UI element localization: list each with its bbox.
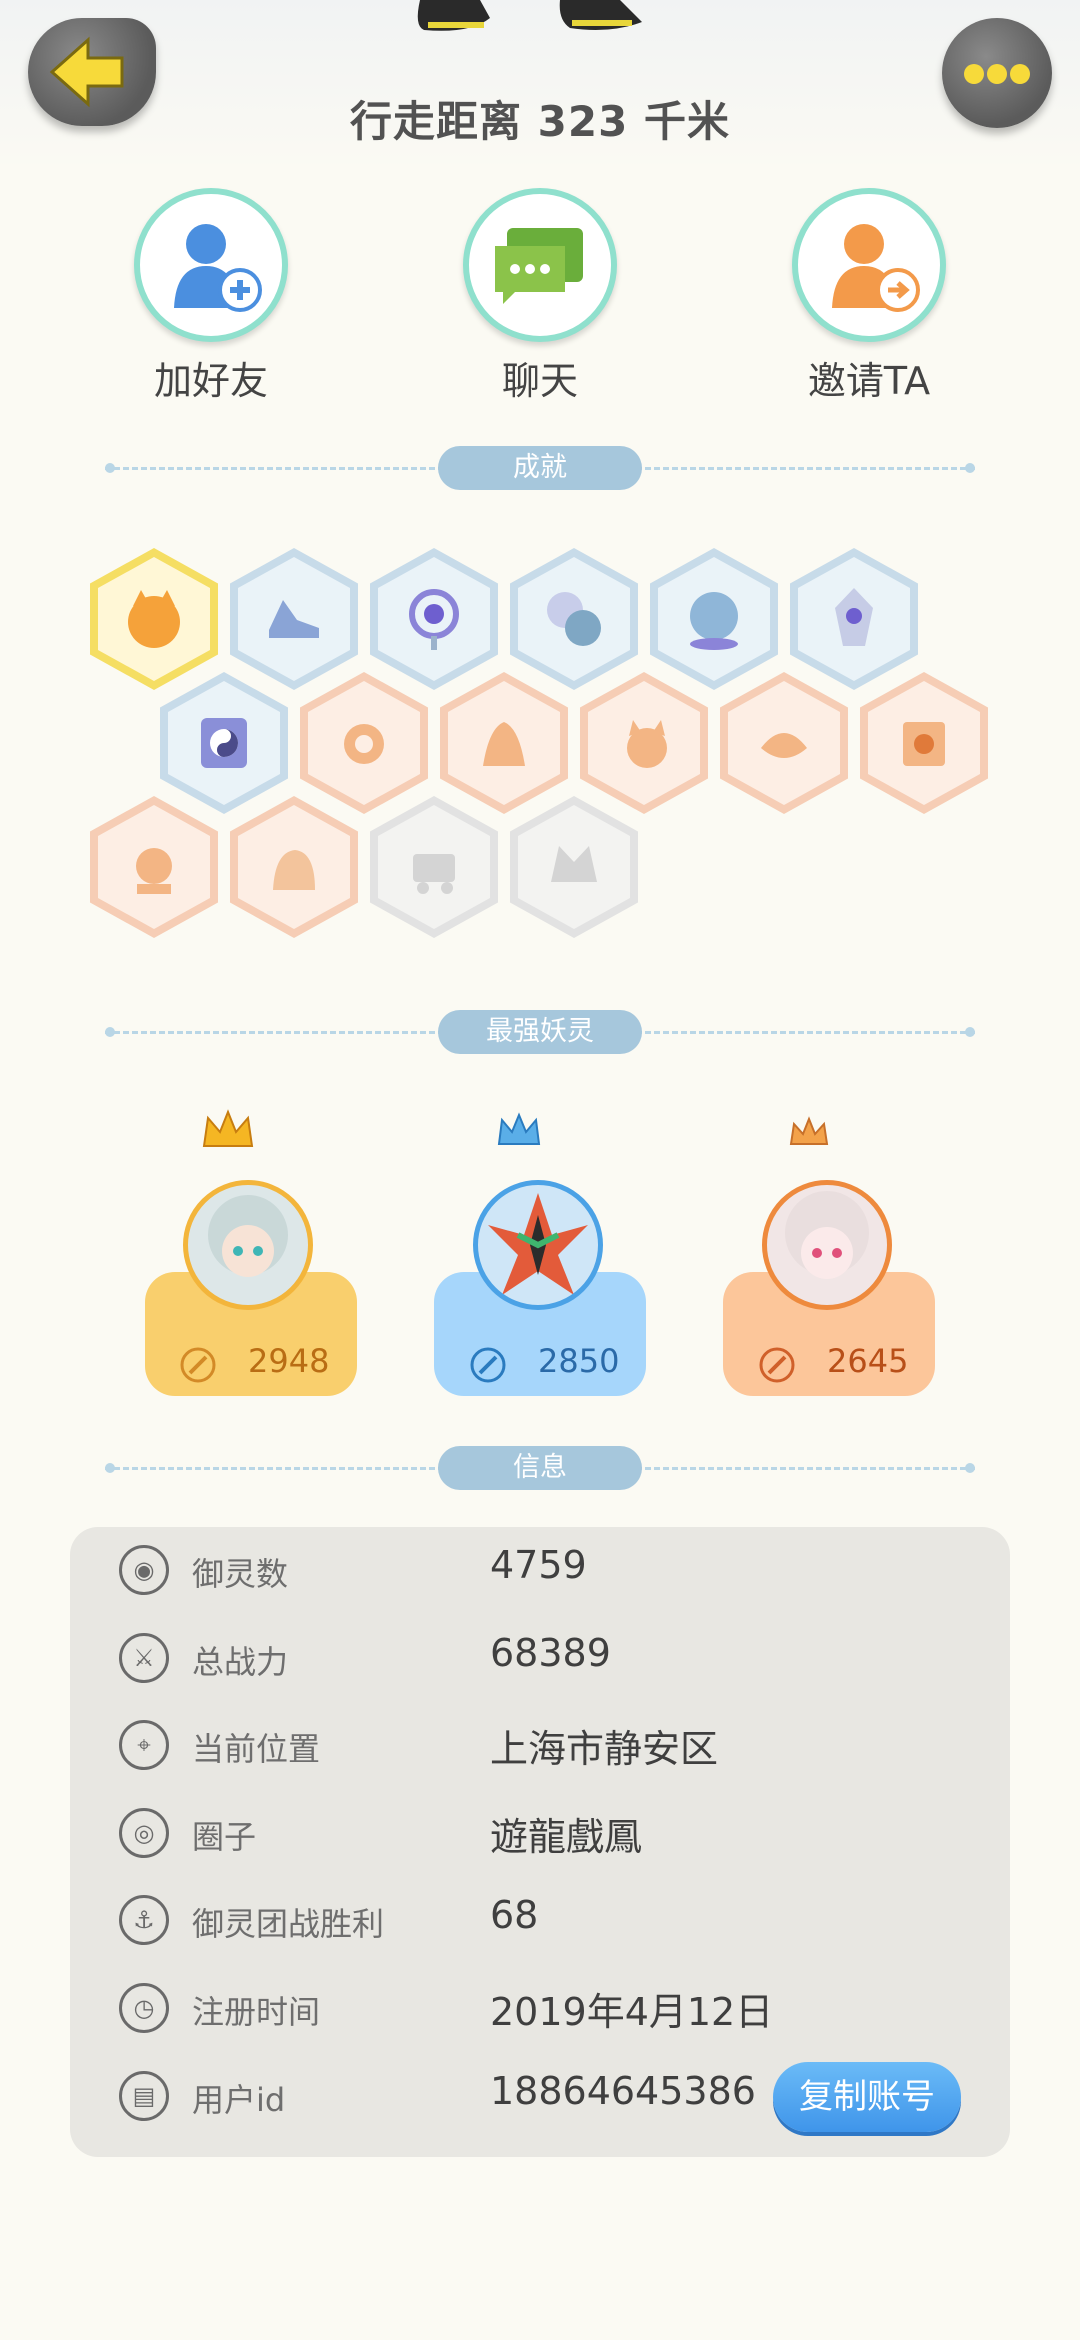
walk-distance-title: 行走距离 323 千米 (350, 97, 730, 146)
clock-icon: ◷ (119, 1983, 169, 2033)
achievement-badge[interactable] (160, 672, 288, 814)
spirit-portrait-icon (785, 1191, 869, 1279)
divider-dot (965, 1027, 975, 1037)
user-id-value: 18864645386 (490, 2069, 756, 2113)
fox-badge-icon (128, 590, 180, 648)
crown-blue-icon (497, 1112, 541, 1145)
yinyang-book-icon (201, 718, 247, 768)
row-label: 当前位置 (192, 1730, 321, 1768)
row-label: 圈子 (192, 1818, 257, 1856)
achievement-badge[interactable] (370, 548, 498, 690)
invite-icon (832, 224, 920, 312)
crown-orange-icon (789, 1116, 829, 1145)
row-value: 68 (490, 1893, 539, 1937)
divider-dot (965, 1463, 975, 1473)
info-header: 信息 (438, 1446, 642, 1490)
row-value: 上海市静安区 (490, 1727, 719, 1771)
row-label: 用户id (192, 2081, 286, 2119)
copy-account-button[interactable]: 复制账号 (773, 2062, 961, 2132)
achievement-badge[interactable] (300, 672, 428, 814)
beast-badge-icon (273, 850, 315, 890)
divider-dot (965, 463, 975, 473)
achievement-badge[interactable] (90, 548, 218, 690)
crystal-badge-icon (835, 588, 873, 646)
achievement-badge[interactable] (580, 672, 708, 814)
achievement-badge[interactable] (440, 672, 568, 814)
cart-badge-icon (413, 854, 455, 894)
row-label: 注册时间 (192, 1993, 321, 2031)
spirit-avatar[interactable] (183, 1180, 313, 1310)
add-friend-ring (134, 188, 288, 342)
wolf-badge-icon (551, 846, 597, 882)
orb-badge-icon (690, 592, 738, 650)
id-icon: ▤ (119, 2071, 169, 2121)
chat-ring (463, 188, 617, 342)
row-label: 御灵团战胜利 (192, 1905, 385, 1943)
row-label: 总战力 (192, 1643, 289, 1681)
moon-badge-icon (547, 592, 601, 646)
shoe-badge-icon (269, 600, 319, 638)
spirit-portrait-icon (488, 1193, 588, 1295)
bull-badge-icon (136, 848, 172, 894)
achievements-header: 成就 (438, 446, 642, 490)
row-label: 御灵数 (192, 1555, 289, 1593)
circle-icon: ◎ (119, 1808, 169, 1858)
spirit-avatar[interactable] (473, 1180, 603, 1310)
row-value: 遊龍戲鳳 (490, 1815, 643, 1859)
row-value: 2019年4月12日 (490, 1990, 774, 2034)
dragon-badge-icon (483, 722, 525, 766)
cat-badge-icon (627, 720, 667, 768)
divider-dot (105, 1463, 115, 1473)
achievement-badge[interactable] (90, 796, 218, 938)
row-value: 68389 (490, 1631, 611, 1675)
location-icon: ⌖ (119, 1720, 169, 1770)
portal-badge-icon (409, 589, 459, 650)
sword-icon: ⚔ (119, 1633, 169, 1683)
invite-label: 邀请TA (807, 359, 931, 403)
divider-dot (105, 463, 115, 473)
spirit-count-icon: ◉ (119, 1545, 169, 1595)
crown-gold-icon (202, 1109, 254, 1147)
sword-icon (180, 1347, 216, 1383)
invite-ring (792, 188, 946, 342)
spirit-score: 2948 (248, 1342, 330, 1380)
row-value: 4759 (490, 1543, 587, 1587)
swirl-badge-icon (344, 724, 384, 764)
spirit-score: 2645 (827, 1342, 909, 1380)
strongest-header: 最强妖灵 (438, 1010, 642, 1054)
achievement-badge[interactable] (790, 548, 918, 690)
achievement-badge-locked[interactable] (510, 796, 638, 938)
add-friend-action[interactable]: 加好友 (101, 188, 321, 405)
achievement-badge-locked[interactable] (370, 796, 498, 938)
sword-icon (470, 1347, 506, 1383)
spirit-score: 2850 (538, 1342, 620, 1380)
spirit-avatar[interactable] (762, 1180, 892, 1310)
achievement-badge[interactable] (720, 672, 848, 814)
achievement-badge[interactable] (860, 672, 988, 814)
scroll-badge-icon (903, 722, 945, 766)
achievement-badge[interactable] (230, 796, 358, 938)
achievement-badge[interactable] (230, 548, 358, 690)
team-battle-icon: ⚓ (119, 1895, 169, 1945)
invite-action[interactable]: 邀请TA (759, 188, 979, 405)
add-friend-label: 加好友 (153, 359, 268, 403)
avatar-shoes-icon (417, 0, 642, 31)
add-friend-icon (174, 224, 262, 312)
achievement-badge[interactable] (510, 548, 638, 690)
chat-action[interactable]: 聊天 (430, 188, 650, 405)
achievement-badge[interactable] (650, 548, 778, 690)
divider-dot (105, 1027, 115, 1037)
spirit-portrait-icon (208, 1195, 288, 1277)
fish-badge-icon (761, 733, 807, 758)
chat-label: 聊天 (501, 359, 578, 403)
chat-icon (495, 228, 583, 304)
sword-icon (759, 1347, 795, 1383)
